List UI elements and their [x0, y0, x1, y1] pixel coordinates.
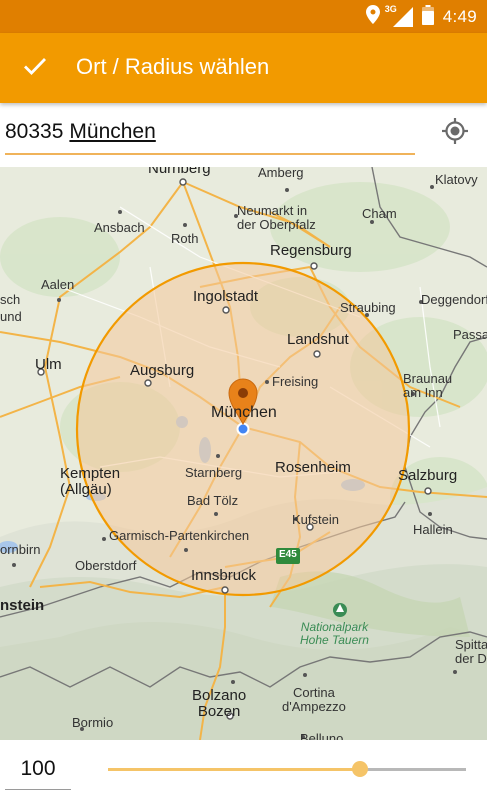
map-label-sch: sch	[0, 292, 21, 307]
map-label-kempten: Kempten (Allgäu)	[60, 465, 121, 498]
map-label-freising: Freising	[272, 374, 319, 389]
map-label-bad-tolz: Bad Tölz	[187, 493, 239, 508]
map-label-regensburg: Regensburg	[270, 242, 352, 259]
location-icon	[365, 5, 380, 29]
location-input[interactable]: 80335 München	[5, 117, 415, 155]
map-label-rosenheim: Rosenheim	[275, 459, 351, 476]
map-label-hallein: Hallein	[413, 522, 453, 537]
clock: 4:49	[442, 7, 477, 26]
map-label-cortina: Cortina d'Ampezzo	[282, 685, 346, 714]
map-label-munchen: München	[211, 404, 277, 421]
map-label-deggendorf: Deggendorf	[421, 292, 487, 307]
slider-thumb[interactable]	[352, 761, 369, 777]
map-label-aalen: Aalen	[41, 277, 75, 292]
map-label-passau: Passa	[453, 327, 487, 342]
map-label-neumarkt: Neumarkt in der Oberpfalz	[237, 203, 316, 232]
radius-slider[interactable]	[108, 758, 466, 782]
battery-icon	[421, 4, 434, 30]
map-label-spittal: Spitta der Dr	[455, 637, 487, 666]
map-label-und: und	[0, 309, 22, 324]
map-label-belluno: Belluno	[300, 731, 344, 740]
location-zip: 80335	[5, 120, 64, 143]
map-label-oberstdorf: Oberstdorf	[75, 558, 137, 573]
map-label-ingolstadt: Ingolstadt	[193, 288, 259, 305]
location-search-row: 80335 München	[0, 103, 487, 167]
map-canvas	[0, 167, 487, 740]
map-view[interactable]: Nürnberg Amberg Klatovy Ansbach Neumarkt…	[0, 167, 487, 740]
map-label-salzburg: Salzburg	[398, 467, 458, 484]
gps-target-icon	[441, 117, 469, 150]
my-location-button[interactable]	[436, 114, 474, 152]
map-label-braunau: Braunau am Inn	[403, 371, 453, 400]
status-bar: 3G 4:49	[0, 0, 487, 33]
page-title: Ort / Radius wählen	[76, 54, 270, 79]
map-label-bolzano: Bolzano Bozen	[192, 687, 247, 720]
map-label-dornbirn: ornbirn	[0, 542, 41, 557]
map-label-straubing: Straubing	[340, 300, 396, 315]
map-label-bormio: Bormio	[72, 715, 114, 730]
map-label-klatovy: Klatovy	[435, 172, 478, 187]
signal-icon: 3G	[385, 4, 413, 27]
map-label-nationalpark: Nationalpark Hohe Tauern	[300, 620, 369, 647]
confirm-button[interactable]	[12, 45, 58, 91]
map-label-kufstein: Kufstein	[292, 512, 339, 527]
map-label-cham: Cham	[362, 206, 397, 221]
location-city: München	[69, 120, 156, 143]
app-bar: Ort / Radius wählen	[0, 33, 487, 103]
slider-fill	[108, 768, 361, 771]
check-icon	[23, 56, 47, 81]
map-label-landshut: Landshut	[287, 331, 349, 348]
map-label-amberg: Amberg	[258, 167, 304, 180]
network-type-label: 3G	[384, 4, 397, 14]
map-label-nstein: nstein	[0, 597, 45, 614]
radius-bar: 100	[0, 740, 487, 800]
map-label-garmisch: Garmisch-Partenkirchen	[109, 528, 250, 543]
map-label-roth: Roth	[171, 231, 199, 246]
status-icons: 3G 4:49	[365, 4, 477, 30]
map-label-ansbach: Ansbach	[94, 220, 145, 235]
map-label-starnberg: Starnberg	[185, 465, 243, 480]
radius-input[interactable]: 100	[5, 754, 71, 790]
e45-route-shield: E45	[279, 549, 297, 560]
map-label-innsbruck: Innsbruck	[191, 567, 257, 584]
map-label-augsburg: Augsburg	[130, 362, 195, 379]
map-label-ulm: Ulm	[35, 356, 62, 373]
map-label-nurnberg: Nürnberg	[148, 167, 211, 177]
